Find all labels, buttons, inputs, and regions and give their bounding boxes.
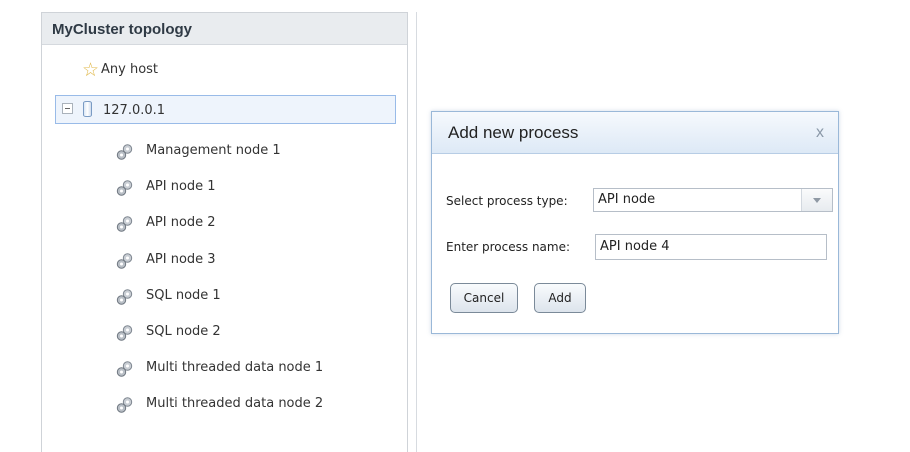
process-label: API node 1 (146, 179, 216, 195)
panel-divider (416, 12, 417, 452)
gear-icon (116, 361, 133, 377)
close-icon[interactable]: x (816, 112, 824, 154)
process-type-label: Select process type: (446, 194, 568, 208)
host-label: 127.0.0.1 (103, 103, 166, 118)
gear-icon (116, 216, 133, 233)
chevron-down-icon[interactable] (801, 189, 832, 211)
tree-item-process[interactable]: SQL node 2 (42, 319, 407, 345)
tree-item-process[interactable]: Management node 1 (42, 138, 407, 164)
tree-item-process[interactable]: SQL node 1 (42, 283, 407, 309)
process-label: API node 2 (146, 215, 216, 231)
gear-icon (116, 252, 133, 269)
tree-item-host[interactable]: 127.0.0.1 (55, 95, 396, 124)
process-label: SQL node 2 (146, 324, 221, 339)
topology-panel: MyCluster topology ☆ Any host 127.0.0.1 … (41, 12, 408, 452)
dialog-title-bar: Add new process x (432, 112, 838, 154)
gear-icon (116, 289, 133, 305)
tree-item-process[interactable]: API node 3 (42, 247, 407, 273)
cancel-button[interactable]: Cancel (450, 283, 518, 313)
process-label: Management node 1 (146, 143, 281, 158)
add-process-dialog: Add new process x Select process type: A… (431, 111, 839, 334)
gear-icon (116, 144, 133, 160)
process-label: Multi threaded data node 1 (146, 360, 324, 376)
dialog-title: Add new process (448, 123, 579, 142)
process-type-select[interactable]: API node (593, 188, 833, 212)
process-label: API node 3 (146, 251, 216, 267)
tree-item-process[interactable]: Multi threaded data node 1 (42, 355, 407, 381)
tree-item-process[interactable]: API node 1 (42, 174, 407, 200)
process-name-input[interactable]: API node 4 (595, 234, 827, 260)
any-host-label: Any host (101, 62, 159, 77)
topology-title: MyCluster topology (42, 13, 407, 45)
tree-item-process[interactable]: Multi threaded data node 2 (42, 391, 407, 417)
gear-icon (116, 325, 133, 341)
database-icon (83, 101, 92, 117)
tree-item-any-host[interactable]: ☆ Any host (42, 57, 407, 83)
add-button[interactable]: Add (534, 283, 586, 313)
process-label: Multi threaded data node 2 (146, 396, 324, 412)
process-type-value: API node (598, 192, 656, 207)
gear-icon (116, 397, 133, 414)
gear-icon (116, 180, 133, 196)
process-name-label: Enter process name: (446, 240, 571, 254)
star-icon: ☆ (82, 59, 100, 81)
tree-item-process[interactable]: API node 2 (42, 210, 407, 236)
collapse-icon[interactable] (62, 103, 73, 114)
process-label: SQL node 1 (146, 287, 221, 303)
